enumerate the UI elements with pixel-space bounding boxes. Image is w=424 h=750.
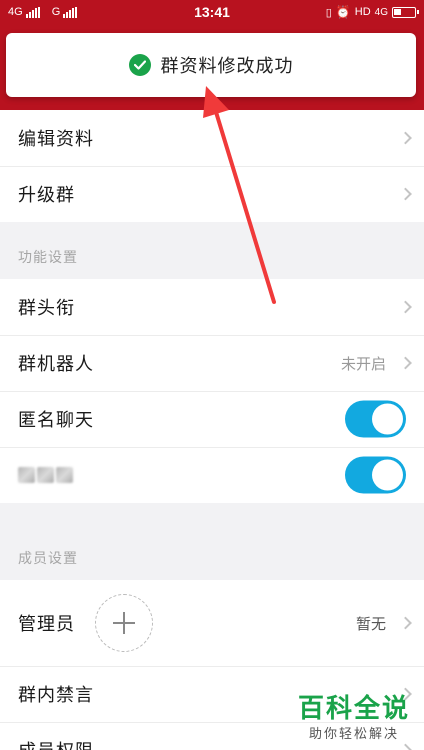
watermark-sub: 助你轻松解决 <box>308 727 399 742</box>
annotation-arrow <box>203 86 276 304</box>
watermark-main: 百科全说 <box>297 694 410 724</box>
watermark: 百科全说 助你轻松解决 <box>298 688 410 742</box>
